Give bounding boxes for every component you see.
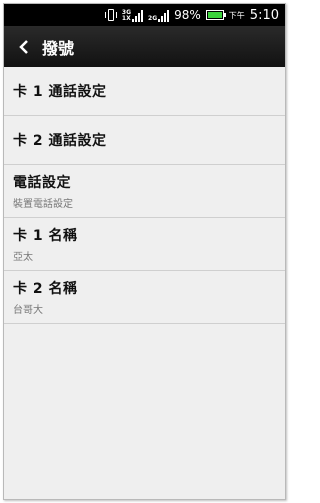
network-type-sim2: 2G: [148, 15, 158, 22]
list-item-label: 電話設定: [13, 175, 71, 191]
action-bar: 撥號: [4, 26, 285, 67]
list-item-phone-settings[interactable]: 電話設定 裝置電話設定: [4, 165, 285, 218]
network-type-bottom: 1X: [121, 15, 131, 22]
list-item-sim1-name[interactable]: 卡 1 名稱 亞太: [4, 218, 285, 271]
list-item-summary: 台哥大: [13, 305, 43, 316]
settings-list: 卡 1 通話設定 卡 2 通話設定 電話設定 裝置電話設定 卡 1 名稱 亞太 …: [4, 67, 285, 324]
list-item-label: 卡 2 通話設定: [13, 133, 107, 149]
list-item-label: 卡 1 名稱: [13, 228, 78, 244]
status-bar: 3G 1X 2G 98% 下午 5:10: [4, 4, 285, 26]
list-item-label: 卡 2 名稱: [13, 281, 78, 297]
battery-icon: [205, 10, 226, 20]
clock-ampm: 下午: [228, 10, 245, 20]
signal-sim1-icon: 3G 1X: [121, 8, 144, 22]
list-item-summary: 亞太: [13, 252, 33, 263]
list-item-summary: 裝置電話設定: [13, 199, 73, 210]
list-item-sim2-name[interactable]: 卡 2 名稱 台哥大: [4, 271, 285, 324]
list-item-sim2-call-settings[interactable]: 卡 2 通話設定: [4, 116, 285, 165]
list-item-sim1-call-settings[interactable]: 卡 1 通話設定: [4, 67, 285, 116]
battery-percent: 98%: [174, 8, 201, 22]
list-item-label: 卡 1 通話設定: [13, 84, 107, 100]
vibrate-icon: [104, 9, 117, 21]
clock-time: 5:10: [249, 7, 279, 23]
signal-sim2-icon: 2G: [148, 8, 170, 22]
phone-screen: 3G 1X 2G 98% 下午 5:10 撥號 卡 1 通話設定 卡 2 通話設…: [3, 3, 286, 500]
chevron-left-icon[interactable]: [12, 26, 36, 67]
page-title: 撥號: [42, 38, 75, 58]
